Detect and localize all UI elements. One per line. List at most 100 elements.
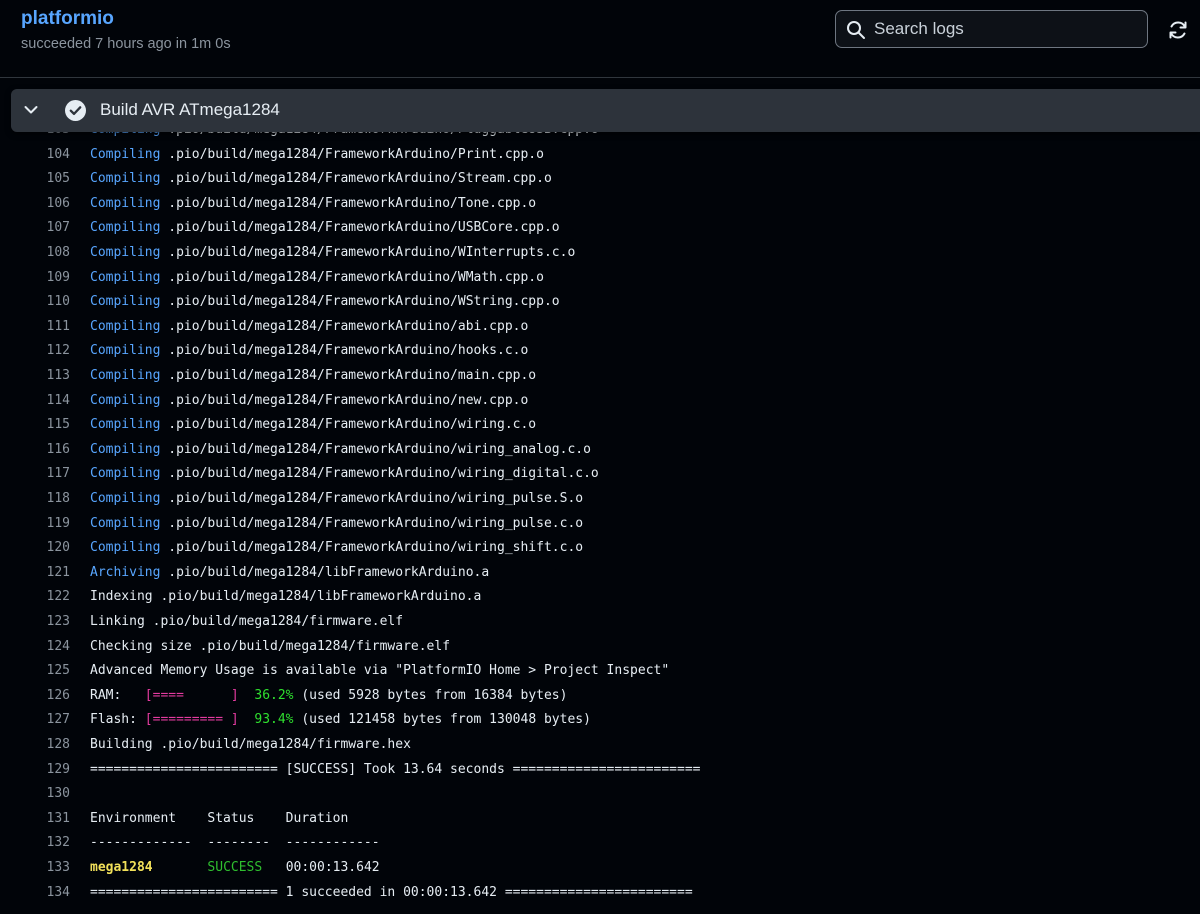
log-text-segment: Compiling [90, 343, 161, 359]
log-line-number[interactable]: 105 [0, 167, 70, 192]
log-output: 103Compiling .pio/build/mega1284/Framewo… [0, 118, 1200, 914]
log-line: 112 Compiling .pio/build/mega1284/Framewo… [0, 339, 1200, 364]
log-line-number[interactable]: 124 [0, 635, 70, 660]
log-line-number[interactable]: 129 [0, 758, 70, 783]
log-text-segment: Compiling [90, 146, 161, 162]
log-text-segment: Environment Status Duration [90, 810, 349, 826]
job-status-text: succeeded 7 hours ago in 1m 0s [21, 36, 231, 52]
log-text-segment: .pio/build/mega1284/FrameworkArduino/abi… [160, 318, 529, 334]
log-line-number[interactable]: 111 [0, 315, 70, 340]
log-line-number[interactable]: 130 [0, 782, 70, 807]
chevron-down-icon[interactable] [23, 102, 39, 118]
search-logs-input[interactable] [874, 13, 1134, 45]
log-text-segment: Compiling [90, 491, 161, 506]
search-logs-box[interactable] [835, 10, 1148, 48]
log-text-segment: ------------- -------- ------------ [90, 835, 380, 851]
log-line-number[interactable]: 108 [0, 241, 70, 266]
log-line-number[interactable]: 125 [0, 659, 70, 684]
log-line-text: Compiling .pio/build/mega1284/FrameworkA… [90, 167, 552, 192]
log-line-text: Compiling .pio/build/mega1284/FrameworkA… [90, 241, 575, 266]
log-text-segment: Building .pio/build/mega1284/firmware.he… [90, 737, 411, 752]
log-text-segment: Compiling [90, 171, 161, 187]
log-line-number[interactable]: 121 [0, 561, 70, 586]
log-text-segment: .pio/build/mega1284/FrameworkArduino/wir… [160, 540, 584, 556]
log-line-text: Compiling .pio/build/mega1284/FrameworkA… [90, 143, 544, 168]
log-line-text: Compiling .pio/build/mega1284/FrameworkA… [90, 512, 583, 537]
log-line: 121 Archiving .pio/build/mega1284/libFram… [0, 561, 1200, 586]
log-text-segment: Flash: [90, 712, 145, 728]
log-line-number[interactable]: 110 [0, 290, 70, 315]
log-text-segment: 93.4% [254, 712, 294, 728]
step-header[interactable]: Build AVR ATmega1284 [11, 89, 1200, 132]
log-line-number[interactable]: 118 [0, 487, 70, 512]
log-text-segment: RAM: [90, 687, 145, 703]
log-line-number[interactable]: 122 [0, 585, 70, 610]
log-line-number[interactable]: 119 [0, 512, 70, 537]
log-line: 110 Compiling .pio/build/mega1284/Framewo… [0, 290, 1200, 315]
log-line-number[interactable]: 128 [0, 733, 70, 758]
log-line-text: Indexing .pio/build/mega1284/libFramewor… [90, 585, 481, 610]
log-text-segment: Compiling [90, 195, 161, 211]
log-line-text: Compiling .pio/build/mega1284/FrameworkA… [90, 462, 599, 487]
log-line: 122 Indexing .pio/build/mega1284/libFrame… [0, 585, 1200, 610]
log-line: 126 RAM: [==== ] 36.2% (used 5928 bytes f… [0, 684, 1200, 709]
log-line-number[interactable]: 115 [0, 413, 70, 438]
log-line-number[interactable]: 106 [0, 192, 70, 217]
log-line-number[interactable]: 126 [0, 684, 70, 709]
log-text-segment: .pio/build/mega1284/libFrameworkArduino.… [160, 564, 490, 580]
log-line: 128 Building .pio/build/mega1284/firmware… [0, 733, 1200, 758]
log-line: 111 Compiling .pio/build/mega1284/Framewo… [0, 315, 1200, 340]
log-line: 106 Compiling .pio/build/mega1284/Framewo… [0, 192, 1200, 217]
log-line: 109 Compiling .pio/build/mega1284/Framewo… [0, 266, 1200, 291]
log-text-segment: Archiving [90, 564, 161, 580]
log-line-number[interactable]: 112 [0, 339, 70, 364]
log-text-segment: .pio/build/mega1284/FrameworkArduino/wir… [160, 491, 584, 506]
log-line: 125 Advanced Memory Usage is available vi… [0, 659, 1200, 684]
log-text-segment [153, 860, 208, 875]
log-text-segment: (used 121458 bytes from 130048 bytes) [293, 712, 591, 728]
log-line-number[interactable]: 132 [0, 831, 70, 856]
log-text-segment: Compiling [90, 515, 161, 531]
log-text-segment: .pio/build/mega1284/FrameworkArduino/wir… [160, 466, 599, 482]
log-line-number[interactable]: 116 [0, 438, 70, 463]
log-line: 132 ------------- -------- ------------ [0, 831, 1200, 856]
log-text-segment: Linking .pio/build/mega1284/firmware.elf [90, 614, 404, 629]
log-line-number[interactable]: 127 [0, 708, 70, 733]
log-line: 105 Compiling .pio/build/mega1284/Framewo… [0, 167, 1200, 192]
log-text-segment: .pio/build/mega1284/FrameworkArduino/WMa… [160, 269, 544, 285]
log-line-number[interactable]: 114 [0, 389, 70, 414]
log-line-number[interactable]: 113 [0, 364, 70, 389]
log-text-segment: Checking size .pio/build/mega1284/firmwa… [90, 638, 451, 654]
log-line-number[interactable]: 131 [0, 807, 70, 832]
log-line-text: Compiling .pio/build/mega1284/FrameworkA… [90, 266, 544, 291]
log-line-text: Compiling .pio/build/mega1284/FrameworkA… [90, 487, 583, 512]
job-title[interactable]: platformio [21, 8, 114, 30]
log-text-segment: Compiling [90, 368, 161, 383]
log-line-text: Checking size .pio/build/mega1284/firmwa… [90, 635, 450, 660]
log-line: 117 Compiling .pio/build/mega1284/Framewo… [0, 462, 1200, 487]
log-line-number[interactable]: 120 [0, 536, 70, 561]
log-line: 133 mega1284 SUCCESS 00:00:13.642 [0, 856, 1200, 881]
log-line-number[interactable]: 123 [0, 610, 70, 635]
log-text-segment: .pio/build/mega1284/FrameworkArduino/new… [160, 392, 529, 408]
log-text-segment: .pio/build/mega1284/FrameworkArduino/USB… [160, 220, 560, 236]
log-text-segment: SUCCESS [207, 860, 263, 875]
log-text-segment: .pio/build/mega1284/FrameworkArduino/WIn… [160, 245, 576, 260]
check-circle-icon [65, 100, 86, 121]
log-line-number[interactable]: 109 [0, 266, 70, 291]
log-text-segment: 36.2% [254, 687, 294, 703]
job-header: platformio succeeded 7 hours ago in 1m 0… [0, 0, 1200, 78]
log-text-segment: .pio/build/mega1284/FrameworkArduino/WSt… [160, 294, 560, 310]
log-line-text: ------------- -------- ------------ [90, 831, 380, 856]
refresh-icon[interactable] [1166, 18, 1190, 42]
log-text-segment: 00:00:13.642 [262, 860, 380, 875]
log-line: 129 ======================== [SUCCESS] To… [0, 758, 1200, 783]
log-line-number[interactable]: 117 [0, 462, 70, 487]
log-line-text: Compiling .pio/build/mega1284/FrameworkA… [90, 364, 536, 389]
log-line-text: Linking .pio/build/mega1284/firmware.elf [90, 610, 403, 635]
log-line-number[interactable]: 107 [0, 216, 70, 241]
log-text-segment: Compiling [90, 392, 161, 408]
log-line-number[interactable]: 133 [0, 856, 70, 881]
log-line-number[interactable]: 134 [0, 881, 70, 906]
log-line-number[interactable]: 104 [0, 143, 70, 168]
